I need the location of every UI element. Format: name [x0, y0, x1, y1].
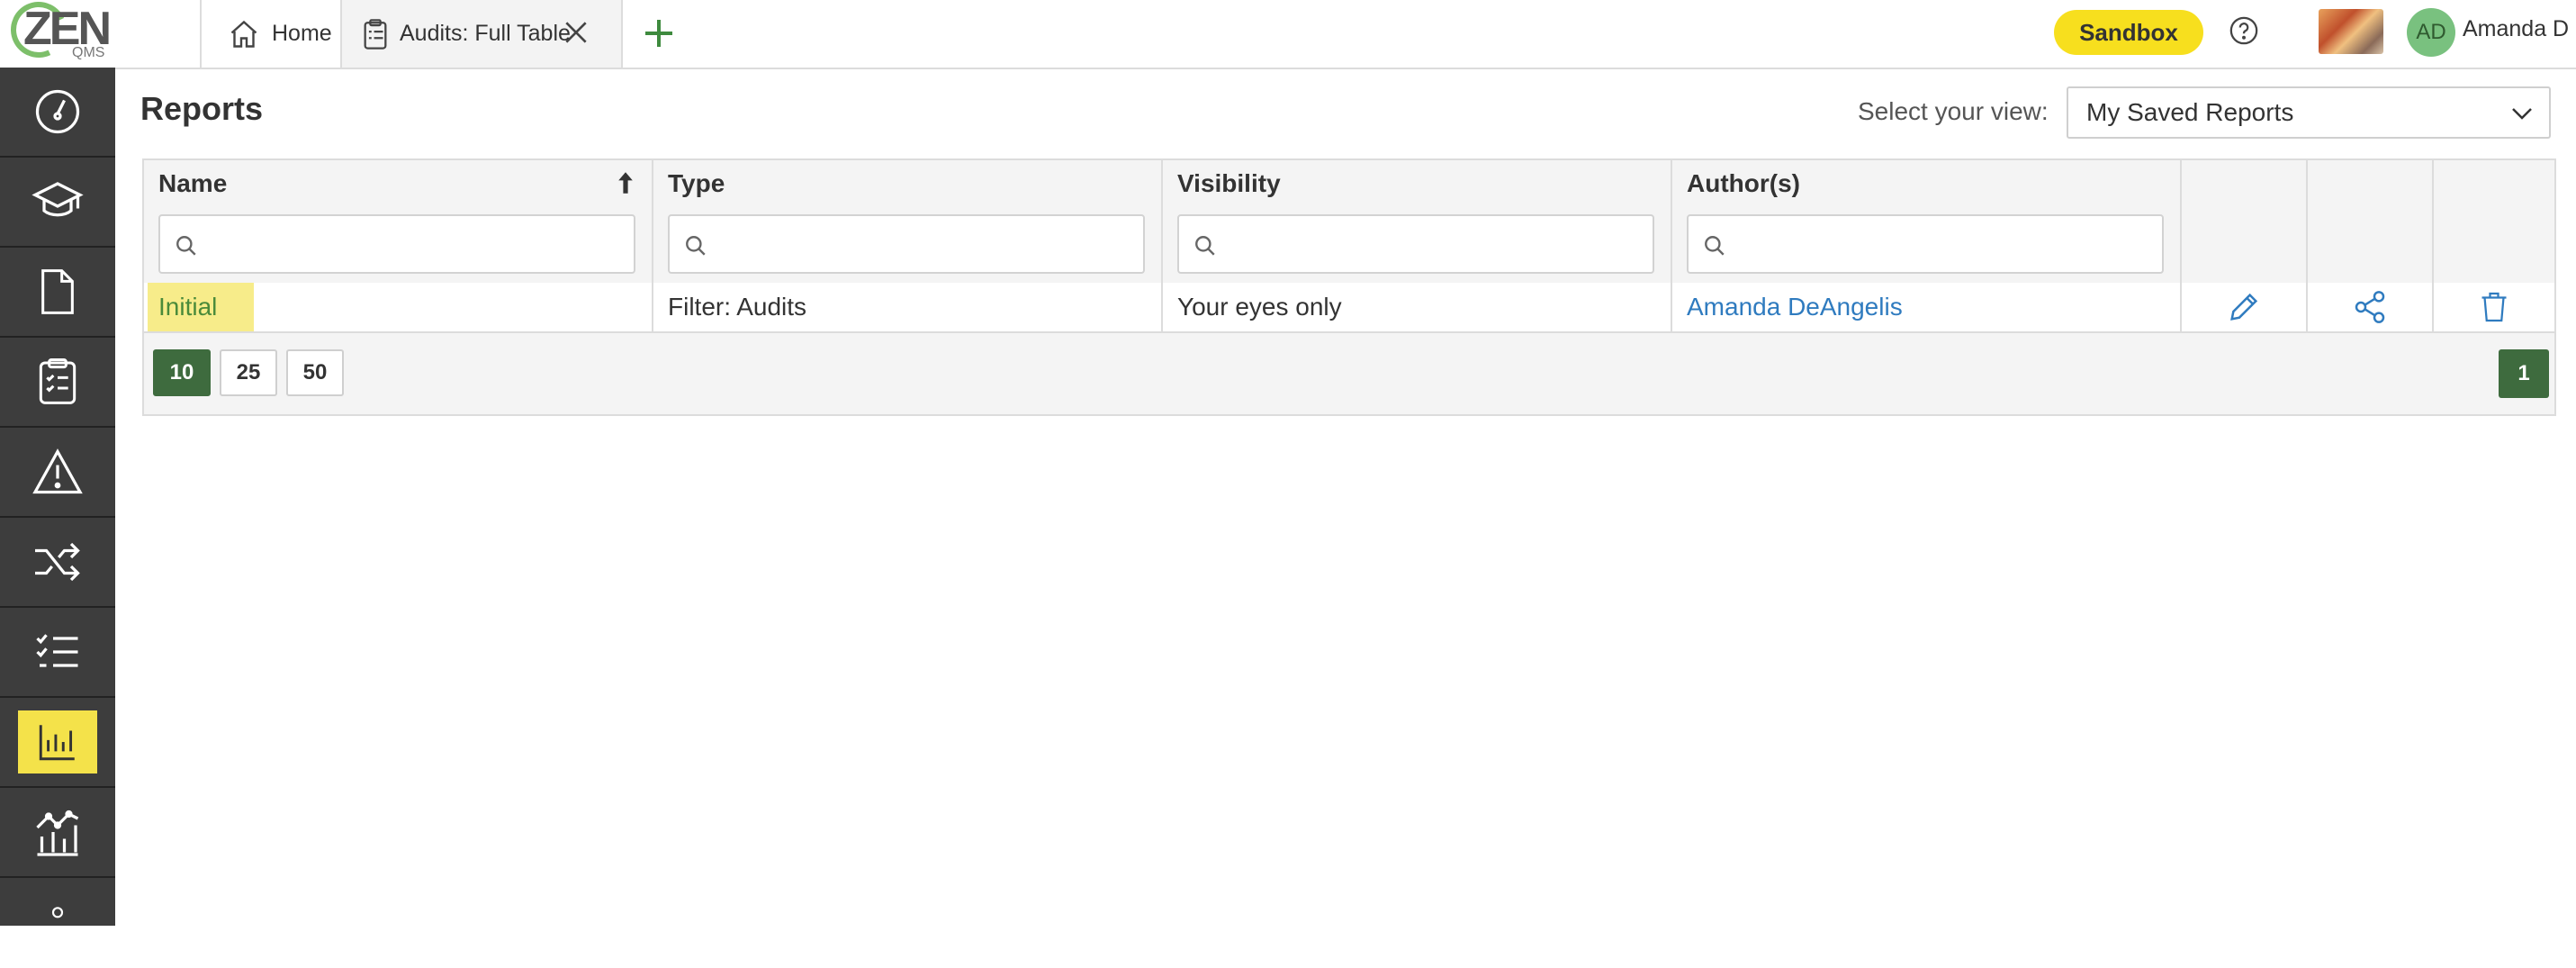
tab-home[interactable]: Home	[200, 0, 342, 68]
clipboard-icon	[364, 18, 387, 50]
dashboard-icon	[35, 89, 80, 134]
sidebar-item-more[interactable]	[0, 878, 115, 968]
logo-subtext: QMS	[72, 45, 105, 60]
page-size-50-button[interactable]: 50	[286, 349, 344, 396]
zen-qms-logo[interactable]: ZEN QMS	[3, 0, 117, 66]
view-select-value: My Saved Reports	[2086, 98, 2294, 126]
edit-button[interactable]	[2182, 283, 2308, 331]
table-header-row: Name Type Visibility Author(s)	[144, 160, 2554, 209]
page-title: Reports	[140, 90, 264, 127]
cell-name[interactable]: Initial	[144, 283, 653, 331]
sidebar-item-analytics[interactable]	[0, 788, 115, 878]
shuffle-icon	[35, 542, 80, 582]
sort-ascending-icon[interactable]	[616, 171, 635, 195]
avatar[interactable]: AD	[2407, 8, 2455, 57]
sidebar-item-audits[interactable]	[0, 338, 115, 428]
top-bar: ZEN QMS Home Audits: Full Table Sandbox …	[0, 0, 2576, 69]
delete-button[interactable]	[2434, 283, 2554, 331]
column-header-type[interactable]: Type	[653, 160, 1163, 207]
sidebar-item-documents[interactable]	[0, 248, 115, 338]
search-icon	[1705, 236, 1725, 256]
filter-cell-delete	[2434, 207, 2554, 283]
page-1-button[interactable]: 1	[2499, 349, 2549, 398]
tab-home-label: Home	[272, 21, 332, 46]
filter-cell-edit	[2182, 207, 2308, 283]
trash-icon	[2481, 292, 2507, 322]
active-highlight	[18, 710, 97, 773]
name-filter-input[interactable]	[158, 214, 635, 274]
view-select[interactable]: My Saved Reports	[2067, 86, 2551, 139]
reports-table: Name Type Visibility Author(s) Initial F…	[142, 158, 2556, 416]
page-size-25-button[interactable]: 25	[220, 349, 277, 396]
tab-audits-full-table[interactable]: Audits: Full Table	[342, 0, 623, 68]
share-button[interactable]	[2308, 283, 2434, 331]
close-icon[interactable]	[562, 18, 590, 47]
add-tab-icon[interactable]	[641, 15, 677, 51]
report-name-link[interactable]: Initial	[158, 293, 217, 321]
cell-type: Filter: Audits	[653, 283, 1163, 331]
column-header-visibility[interactable]: Visibility	[1163, 160, 1672, 207]
checklist-icon	[36, 634, 78, 667]
analytics-icon	[36, 810, 79, 856]
help-icon[interactable]	[2229, 15, 2259, 46]
view-select-label: Select your view:	[1858, 97, 2049, 125]
table-row: Initial Filter: Audits Your eyes only Am…	[144, 283, 2554, 333]
sidebar-item-dashboard[interactable]	[0, 68, 115, 158]
sidebar-item-reports[interactable]	[0, 698, 115, 788]
chevron-down-icon	[2512, 108, 2532, 120]
sidebar-item-training[interactable]	[0, 158, 115, 248]
search-icon	[1195, 236, 1215, 256]
home-icon	[230, 20, 257, 48]
sandbox-badge[interactable]: Sandbox	[2054, 10, 2203, 55]
filter-cell-visibility	[1163, 207, 1672, 283]
filter-cell-type	[653, 207, 1163, 283]
organization-image[interactable]	[2319, 9, 2383, 54]
column-header-delete	[2434, 160, 2554, 207]
column-header-edit	[2182, 160, 2308, 207]
cell-author: Amanda DeAngelis	[1672, 283, 2182, 331]
table-filter-row	[144, 207, 2554, 285]
bar-chart-icon	[39, 725, 75, 761]
authors-filter-input[interactable]	[1687, 214, 2164, 274]
column-header-authors[interactable]: Author(s)	[1672, 160, 2182, 207]
search-icon	[176, 236, 196, 256]
page-size-selector: 10 25 50	[153, 349, 344, 396]
column-header-share	[2308, 160, 2434, 207]
graduation-cap-icon	[32, 182, 84, 217]
search-icon	[686, 236, 706, 256]
more-icon	[51, 907, 64, 918]
column-header-name[interactable]: Name	[144, 160, 653, 207]
sidebar-item-checklists[interactable]	[0, 608, 115, 698]
clipboard-checklist-icon	[39, 357, 77, 404]
user-name[interactable]: Amanda D	[2463, 16, 2569, 42]
type-filter-input[interactable]	[668, 214, 1145, 274]
document-icon	[41, 269, 74, 314]
visibility-filter-input[interactable]	[1177, 214, 1654, 274]
warning-icon	[32, 448, 83, 494]
filter-cell-name	[144, 207, 653, 283]
sidebar	[0, 68, 115, 926]
filter-cell-authors	[1672, 207, 2182, 283]
author-link[interactable]: Amanda DeAngelis	[1687, 293, 1903, 321]
sidebar-item-change-control[interactable]	[0, 518, 115, 608]
share-icon	[2355, 291, 2385, 323]
filter-cell-share	[2308, 207, 2434, 283]
tab-audits-label: Audits: Full Table	[400, 21, 571, 46]
sidebar-item-issues[interactable]	[0, 428, 115, 518]
page-size-10-button[interactable]: 10	[153, 349, 211, 396]
pencil-icon	[2230, 293, 2258, 321]
cell-visibility: Your eyes only	[1163, 283, 1672, 331]
